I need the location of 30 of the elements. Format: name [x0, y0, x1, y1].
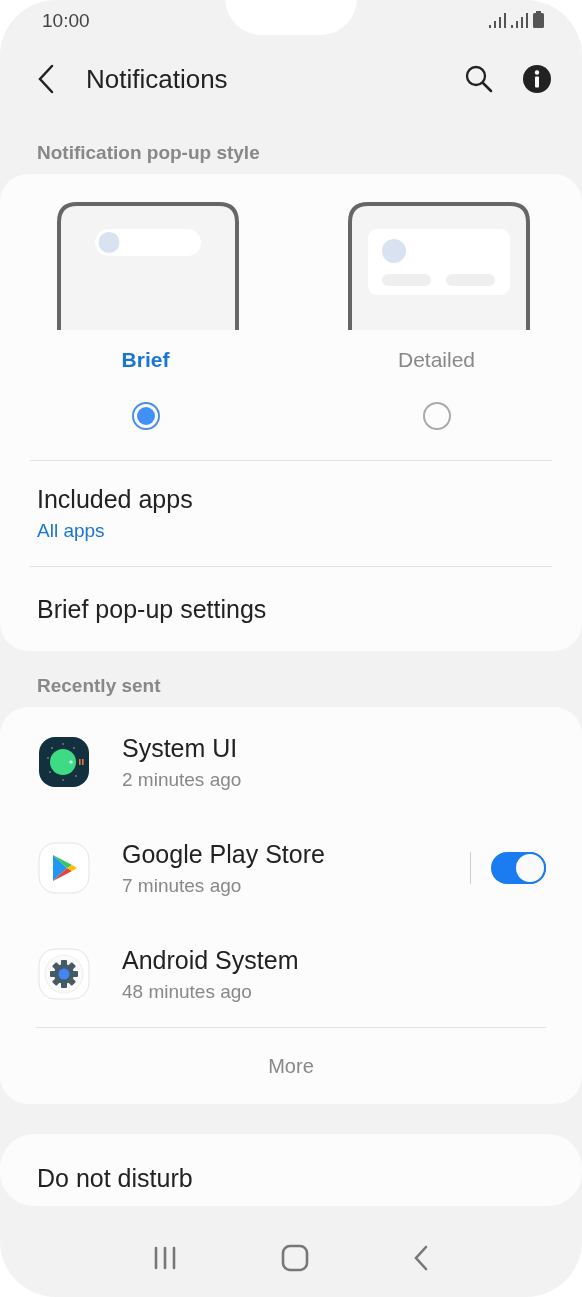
settings-item[interactable]: Do not disturb [0, 1134, 582, 1206]
page-title: Notifications [86, 63, 228, 95]
info-button[interactable] [522, 64, 552, 94]
app-name[interactable]: Android System [122, 945, 546, 975]
app-icon [38, 842, 90, 894]
radio-button[interactable] [131, 402, 160, 430]
section-label: Notification pop-up style [36, 142, 261, 164]
radio-button[interactable] [422, 402, 451, 430]
option-label: Detailed [397, 348, 476, 372]
app-icon [38, 736, 90, 788]
app-time: 7 minutes ago [122, 874, 243, 897]
brief-preview-drawing[interactable] [57, 202, 239, 330]
app-name[interactable]: System UI [122, 733, 546, 763]
app-icon [38, 948, 90, 1000]
signal-icon [489, 11, 506, 28]
app-time: 2 minutes ago [122, 768, 243, 791]
battery-icon [533, 10, 544, 28]
home-button[interactable] [281, 1244, 309, 1272]
option-label: Brief [121, 348, 170, 372]
settings-item[interactable]: Included apps All apps [0, 461, 582, 566]
settings-item[interactable]: Brief pop-up settings [0, 567, 582, 651]
status-time: 10:00 [42, 10, 90, 32]
detailed-preview-drawing[interactable] [348, 202, 530, 330]
back-button[interactable] [36, 64, 56, 94]
app-name[interactable]: Google Play Store [122, 839, 470, 869]
app-time: 48 minutes ago [122, 980, 253, 1003]
search-button[interactable] [464, 64, 494, 94]
toggle-switch[interactable] [491, 852, 546, 884]
signal-icon [511, 11, 528, 28]
section-label: Recently sent [36, 675, 162, 697]
